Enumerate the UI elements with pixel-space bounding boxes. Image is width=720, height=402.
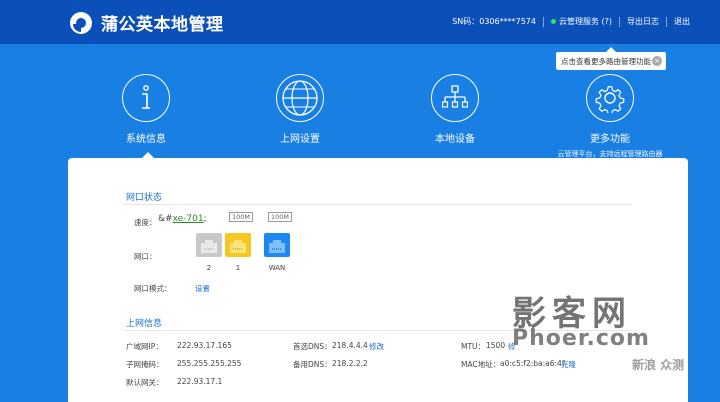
- speed-badge: 100M: [229, 212, 254, 222]
- status-online-icon: [550, 19, 556, 24]
- wan-ip-value: 222.93.17.165: [177, 341, 232, 350]
- close-icon[interactable]: ×: [652, 56, 662, 66]
- port-status-title: 网口状态: [126, 193, 163, 203]
- divider: [619, 16, 620, 27]
- speed-label: 速度：: [134, 218, 157, 227]
- lan-port-2-icon: [196, 233, 222, 257]
- gateway-label: 默认网关：: [126, 378, 164, 387]
- speed-value-prefix: &#: [158, 214, 173, 224]
- nav-label: 本地设备: [435, 134, 475, 145]
- mtu-label: MTU：: [461, 342, 486, 351]
- wan-ip-label: 广域网IP：: [126, 342, 163, 351]
- tooltip-text: 点击查看更多路由管理功能: [561, 56, 651, 66]
- watermark-line2: Phoer.com: [512, 326, 650, 351]
- divider: [666, 16, 667, 27]
- info-icon: [122, 74, 170, 122]
- port-mode-settings-link[interactable]: 设置: [195, 283, 210, 294]
- primary-dns-label: 首选DNS：: [293, 342, 332, 351]
- watermark: 影客网 Phoer.com 新浪 众测: [512, 286, 684, 372]
- primary-dns-value: 218.4.4.4: [332, 341, 368, 350]
- lan-port-1-icon: [225, 233, 251, 257]
- brand: 蒲公英本地管理: [70, 10, 224, 35]
- port-label: 网口：: [134, 252, 157, 261]
- wan-port-icon: [264, 233, 290, 257]
- nav-local-devices[interactable]: 本地设备: [405, 74, 505, 145]
- gateway-value: 222.93.17.1: [177, 377, 223, 386]
- secondary-dns-value: 218.2.2.2: [332, 359, 368, 368]
- nav-label: 上网设置: [280, 134, 320, 145]
- top-bar: 蒲公英本地管理 SN码：0306****7574 云管理服务 (?) 导出日志 …: [0, 0, 720, 44]
- subnet-mask-label: 子网掩码：: [126, 360, 164, 369]
- port-name: 1: [235, 264, 241, 272]
- dandelion-logo-icon: [70, 11, 92, 34]
- mtu-value: 1500: [486, 341, 506, 350]
- app-title: 蒲公英本地管理: [101, 15, 224, 35]
- subnet-mask-value: 255.255.255.255: [177, 359, 242, 368]
- edit-dns-link[interactable]: 修改: [369, 341, 384, 352]
- more-features-tooltip: 点击查看更多路由管理功能 ×: [556, 47, 666, 70]
- nav-more-features[interactable]: 更多功能 云管理平台，支持远程管理路由器: [558, 74, 663, 159]
- network-tree-icon: [431, 74, 479, 122]
- nav-system-info[interactable]: 系统信息: [96, 74, 196, 145]
- globe-icon: [276, 74, 324, 122]
- speed-value: &#xe-701;: [158, 214, 207, 224]
- divider: [124, 204, 632, 205]
- cloud-service-link[interactable]: 云管理服务 (?): [559, 16, 612, 27]
- port-name: 2: [206, 264, 212, 272]
- divider: [542, 16, 544, 27]
- speed-value-link[interactable]: xe-701: [173, 214, 204, 224]
- logout-link[interactable]: 退出: [674, 16, 690, 27]
- port-name: WAN: [268, 264, 286, 272]
- nav-label: 更多功能: [590, 134, 630, 145]
- header-actions: SN码：0306****7574 云管理服务 (?) 导出日志 退出: [452, 16, 690, 27]
- mac-value: a0:c5:f2:ba:a6:4f: [500, 359, 565, 368]
- watermark-line3: 新浪 众测: [632, 358, 685, 372]
- nav-label: 系统信息: [126, 134, 166, 145]
- gear-icon: [586, 74, 634, 122]
- net-info-title: 上网信息: [126, 319, 163, 329]
- export-log-link[interactable]: 导出日志: [627, 16, 659, 27]
- speed-value-suffix: ;: [203, 214, 207, 224]
- clone-mac-link[interactable]: 克隆: [561, 359, 576, 370]
- mac-label: MAC地址：: [461, 360, 501, 369]
- secondary-dns-label: 备用DNS：: [293, 360, 332, 369]
- port-mode-label: 网口模式：: [134, 284, 172, 293]
- speed-badge: 100M: [268, 212, 293, 222]
- serial-number: SN码：0306****7574: [452, 17, 536, 26]
- nav-internet-settings[interactable]: 上网设置: [250, 74, 350, 145]
